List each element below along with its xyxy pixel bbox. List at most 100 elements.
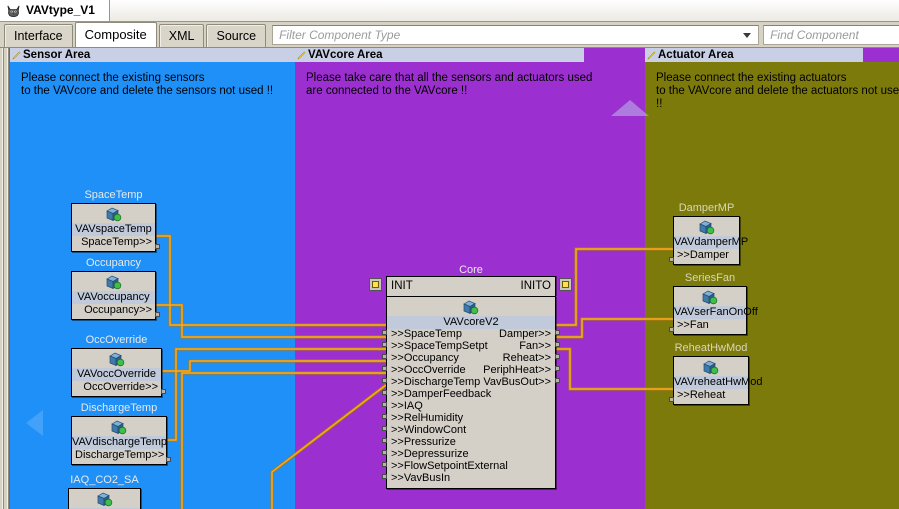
block-box[interactable]: VAVserFanOnOff >>Fan bbox=[673, 286, 758, 335]
core-in-port[interactable]: >>DamperFeedback bbox=[391, 388, 491, 400]
tab-xml[interactable]: XML bbox=[158, 24, 205, 47]
out-slot-knob[interactable] bbox=[555, 366, 560, 371]
core-block-body[interactable]: VAVcoreV2 >>SpaceTemp Damper>> >>SpaceTe… bbox=[382, 296, 560, 489]
core-in-port[interactable]: >>Depressurize bbox=[391, 448, 469, 460]
pencil-icon bbox=[647, 50, 656, 60]
pencil-icon bbox=[12, 50, 21, 60]
in-slot-knob[interactable] bbox=[382, 342, 387, 347]
tab-interface[interactable]: Interface bbox=[4, 24, 73, 47]
core-init-in-label: INIT bbox=[391, 280, 413, 292]
component-icon-wrap bbox=[69, 489, 140, 508]
chevron-down-icon[interactable] bbox=[743, 32, 752, 38]
block-label: Occupancy bbox=[85, 257, 142, 269]
core-in-port[interactable]: >>Occupancy bbox=[391, 352, 459, 364]
core-out-port[interactable]: PeriphHeat>> bbox=[483, 364, 551, 376]
component-icon-wrap bbox=[72, 417, 166, 436]
in-slot-knob[interactable] bbox=[382, 426, 387, 431]
block-box[interactable]: VAVoccupancy Occupancy>> bbox=[71, 271, 156, 320]
out-slot-knob[interactable] bbox=[555, 342, 560, 347]
component-cube-icon bbox=[96, 492, 112, 507]
actuator-block-dampermp[interactable]: DamperMP VAVdamperMP >>Damper bbox=[669, 202, 748, 265]
block-label: SpaceTemp bbox=[84, 189, 143, 201]
block-out-port[interactable]: SpaceTemp>> bbox=[72, 236, 155, 249]
sensor-block-occoverride[interactable]: OccOverride VAVoccOverride OccOverride>> bbox=[71, 334, 166, 397]
in-slot-knob[interactable] bbox=[669, 257, 674, 262]
core-in-port[interactable]: >>SpaceTemp bbox=[391, 328, 462, 340]
block-box[interactable]: VAVspaceTemp SpaceTemp>> bbox=[71, 203, 156, 252]
core-in-port[interactable]: >>SpaceTempSetpt bbox=[391, 340, 488, 352]
core-in-port[interactable]: >>FlowSetpointExternal bbox=[391, 460, 508, 472]
core-block-label: Core bbox=[459, 264, 483, 276]
core-block[interactable]: INIT INITO VAVcoreV2 >>SpaceTemp Damper>… bbox=[382, 276, 560, 489]
block-box[interactable]: VAVdamperMP >>Damper bbox=[673, 216, 748, 265]
in-slot-knob[interactable] bbox=[669, 327, 674, 332]
block-in-port[interactable]: >>Reheat bbox=[674, 389, 748, 402]
in-slot-knob[interactable] bbox=[382, 462, 387, 467]
in-slot-knob[interactable] bbox=[382, 414, 387, 419]
out-slot-knob[interactable] bbox=[555, 330, 560, 335]
block-in-port[interactable]: >>Damper bbox=[674, 249, 739, 262]
out-slot-knob[interactable] bbox=[555, 378, 560, 383]
block-out-port[interactable]: Occupancy>> bbox=[72, 304, 155, 317]
block-out-port[interactable]: OccOverride>> bbox=[72, 381, 161, 394]
core-out-port[interactable]: Damper>> bbox=[499, 328, 551, 340]
component-icon-wrap bbox=[72, 272, 155, 291]
nav-left-icon[interactable] bbox=[26, 410, 43, 436]
block-type: VAVspaceTemp bbox=[72, 223, 155, 236]
component-cube-icon bbox=[703, 360, 719, 375]
out-slot-knob[interactable] bbox=[155, 244, 160, 249]
core-in-port[interactable]: >>WindowCont bbox=[391, 424, 466, 436]
tab-composite[interactable]: Composite bbox=[74, 22, 157, 47]
in-slot-knob[interactable] bbox=[382, 450, 387, 455]
core-in-port[interactable]: >>IAQ bbox=[391, 400, 423, 412]
core-port-row[interactable]: >>VavBusIn bbox=[382, 472, 555, 485]
in-slot-knob[interactable] bbox=[382, 378, 387, 383]
in-slot-knob[interactable] bbox=[382, 366, 387, 371]
block-type: VAVoccOverride bbox=[72, 368, 161, 381]
out-slot-knob[interactable] bbox=[555, 354, 560, 359]
block-label: SeriesFan bbox=[684, 272, 736, 284]
in-slot-knob[interactable] bbox=[669, 397, 674, 402]
nav-up-icon[interactable] bbox=[611, 100, 649, 116]
init-terminal-in[interactable] bbox=[369, 278, 382, 291]
in-slot-knob[interactable] bbox=[382, 474, 387, 479]
in-slot-knob[interactable] bbox=[382, 438, 387, 443]
core-out-port[interactable]: VavBusOut>> bbox=[483, 376, 551, 388]
sensor-block-iaq-co2-sa[interactable]: IAQ_CO2_SA VAViaqCO2_SA IAQ>> bbox=[68, 474, 147, 509]
block-box[interactable]: VAViaqCO2_SA IAQ>> bbox=[68, 488, 147, 509]
block-box[interactable]: VAVoccOverride OccOverride>> bbox=[71, 348, 162, 397]
wiresheet-canvas-outer: Sensor Area Please connect the existing … bbox=[0, 48, 899, 509]
component-icon-wrap bbox=[674, 357, 748, 376]
block-box[interactable]: VAVreheatHwMod >>Reheat bbox=[673, 356, 762, 405]
core-in-port[interactable]: >>VavBusIn bbox=[391, 472, 450, 484]
sensor-block-dischargetemp[interactable]: DischargeTemp VAVdischargeTemp Discharge… bbox=[71, 402, 171, 465]
tab-source[interactable]: Source bbox=[206, 24, 267, 47]
block-box[interactable]: VAVdischargeTemp DischargeTemp>> bbox=[71, 416, 167, 465]
out-slot-knob[interactable] bbox=[166, 457, 171, 462]
filter-component-type-input[interactable]: Filter Component Type bbox=[272, 25, 760, 45]
block-out-port[interactable]: DischargeTemp>> bbox=[72, 449, 166, 462]
core-in-port[interactable]: >>OccOverride bbox=[391, 364, 466, 376]
sensor-block-spacetemp[interactable]: SpaceTemp VAVspaceTemp SpaceTemp>> bbox=[71, 189, 160, 252]
find-component-input[interactable]: Find Component bbox=[763, 25, 899, 45]
in-slot-knob[interactable] bbox=[382, 354, 387, 359]
actuator-block-seriesfan[interactable]: SeriesFan VAVserFanOnOff >>Fan bbox=[669, 272, 758, 335]
sensor-block-occupancy[interactable]: Occupancy VAVoccupancy Occupancy>> bbox=[71, 257, 160, 320]
wiresheet-canvas[interactable]: Sensor Area Please connect the existing … bbox=[9, 48, 899, 509]
core-in-port[interactable]: >>RelHumidity bbox=[391, 412, 463, 424]
out-slot-knob[interactable] bbox=[155, 312, 160, 317]
out-slot-knob[interactable] bbox=[161, 389, 166, 394]
in-slot-knob[interactable] bbox=[382, 330, 387, 335]
actuator-block-reheathwmod[interactable]: ReheatHwMod VAVreheatHwMod >>Reheat bbox=[669, 342, 762, 405]
core-in-port[interactable]: >>DischargeTemp bbox=[391, 376, 480, 388]
core-in-port[interactable]: >>Pressurize bbox=[391, 436, 456, 448]
core-out-port[interactable]: Reheat>> bbox=[503, 352, 551, 364]
actuator-area-title: Actuator Area bbox=[658, 49, 734, 61]
in-slot-knob[interactable] bbox=[382, 402, 387, 407]
core-out-port[interactable]: Fan>> bbox=[519, 340, 551, 352]
document-tab[interactable]: VAVtype_V1 bbox=[0, 0, 110, 21]
sensor-area-title-bar: Sensor Area bbox=[10, 48, 295, 62]
block-in-port[interactable]: >>Fan bbox=[674, 319, 746, 332]
init-terminal-out[interactable] bbox=[559, 278, 572, 291]
in-slot-knob[interactable] bbox=[382, 390, 387, 395]
